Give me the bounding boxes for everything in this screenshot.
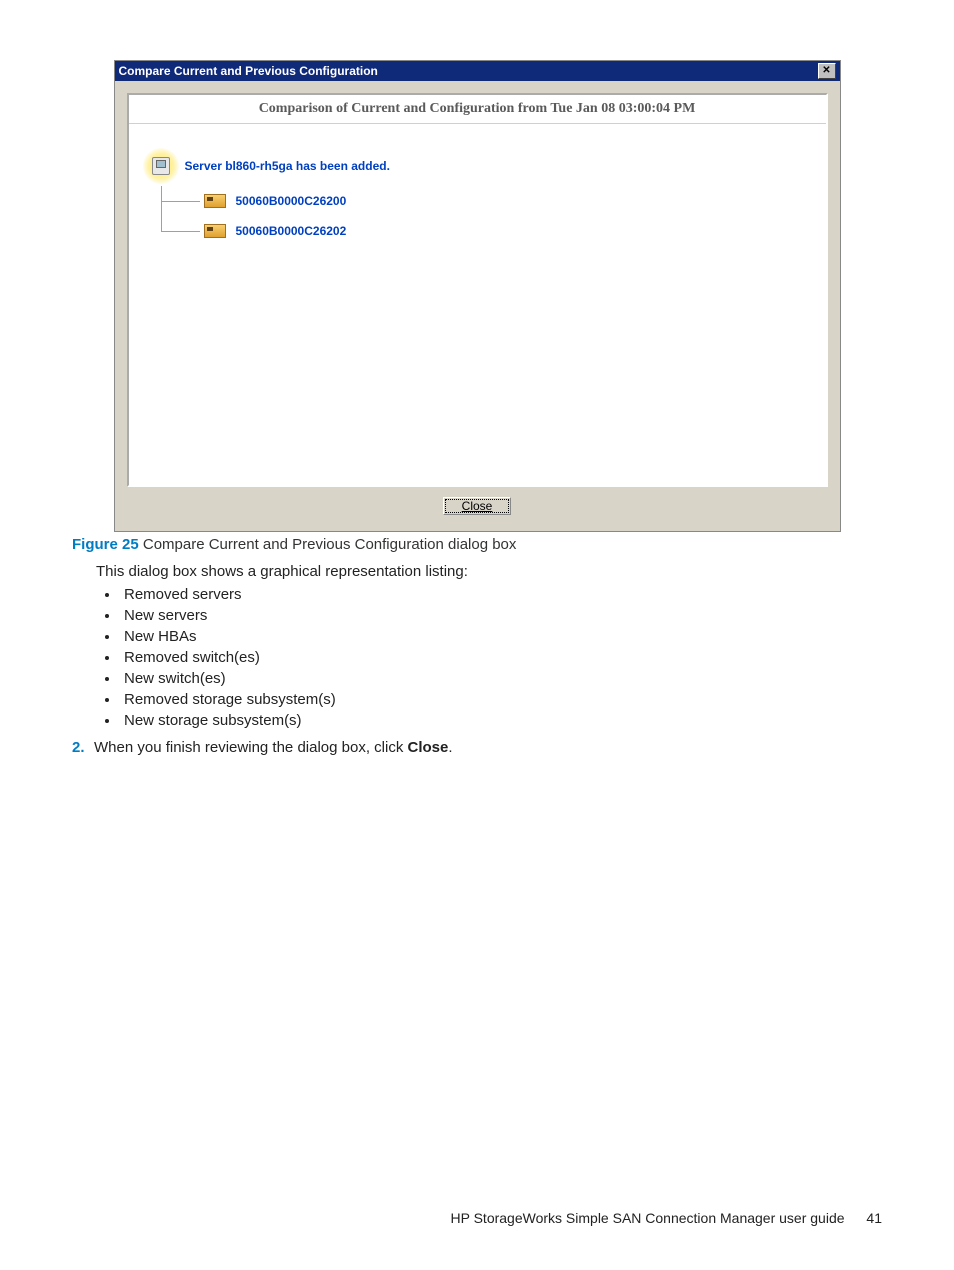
page-number: 41 xyxy=(866,1210,882,1226)
page-footer: HP StorageWorks Simple SAN Connection Ma… xyxy=(451,1210,883,1226)
step-2: 2. When you finish reviewing the dialog … xyxy=(72,739,882,756)
list-item: Removed storage subsystem(s) xyxy=(120,691,882,708)
dialog-titlebar: Compare Current and Previous Configurati… xyxy=(115,61,840,81)
dialog-screenshot: Compare Current and Previous Configurati… xyxy=(114,60,841,532)
list-item: New switch(es) xyxy=(120,670,882,687)
list-item: Removed switch(es) xyxy=(120,649,882,666)
button-row: Close xyxy=(127,487,828,519)
step-number: 2. xyxy=(72,739,94,756)
close-button[interactable]: Close xyxy=(443,497,512,515)
close-icon[interactable]: ✕ xyxy=(818,63,836,79)
list-item: New HBAs xyxy=(120,628,882,645)
list-item: New storage subsystem(s) xyxy=(120,712,882,729)
dialog-body: Comparison of Current and Configuration … xyxy=(115,81,840,531)
hba-icon xyxy=(204,194,226,208)
intro-text: This dialog box shows a graphical repres… xyxy=(96,563,882,580)
figure-caption-text: Compare Current and Previous Configurati… xyxy=(143,536,517,553)
hba-icon xyxy=(204,224,226,238)
tree-children: 50060B0000C26200 50060B0000C26202 xyxy=(161,186,806,246)
server-added-text: Server bl860-rh5ga has been added. xyxy=(185,159,390,173)
list-item: Removed servers xyxy=(120,586,882,603)
figure-label: Figure 25 xyxy=(72,536,139,553)
panel-header: Comparison of Current and Configuration … xyxy=(129,95,826,124)
figure-caption: Figure 25 Compare Current and Previous C… xyxy=(72,536,882,553)
bullet-list: Removed servers New servers New HBAs Rem… xyxy=(120,586,882,729)
tree-view: Server bl860-rh5ga has been added. 50060… xyxy=(129,124,826,266)
tree-item-hba: 50060B0000C26200 xyxy=(162,186,806,216)
server-icon xyxy=(149,154,173,178)
footer-text: HP StorageWorks Simple SAN Connection Ma… xyxy=(451,1210,845,1226)
hba-wwn: 50060B0000C26202 xyxy=(236,224,347,238)
step-text: When you finish reviewing the dialog box… xyxy=(94,739,453,756)
list-item: New servers xyxy=(120,607,882,624)
tree-item-hba: 50060B0000C26202 xyxy=(162,216,806,246)
comparison-panel: Comparison of Current and Configuration … xyxy=(127,93,828,487)
dialog-title: Compare Current and Previous Configurati… xyxy=(119,64,378,78)
tree-root-server: Server bl860-rh5ga has been added. xyxy=(149,154,806,178)
hba-wwn: 50060B0000C26200 xyxy=(236,194,347,208)
